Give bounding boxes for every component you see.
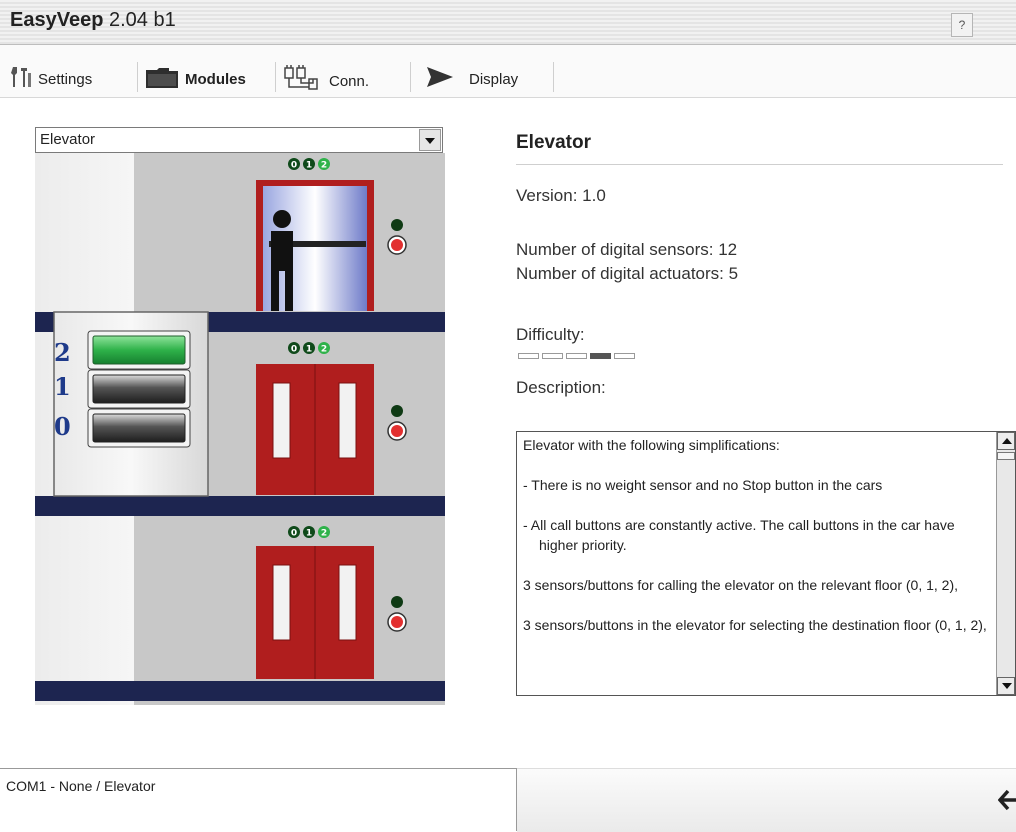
car-button-floor-0[interactable]: [87, 408, 191, 448]
svg-text:2: 2: [321, 345, 327, 355]
tab-modules[interactable]: Modules: [145, 65, 246, 93]
floor-indicator-top: 0 1 2: [288, 158, 330, 171]
description-label: Description:: [516, 378, 606, 397]
tab-settings-label: Settings: [38, 70, 93, 88]
status-panel: COM1 - None / Elevator: [0, 768, 517, 831]
scroll-down-icon[interactable]: [997, 677, 1015, 695]
svg-text:2: 2: [321, 529, 327, 539]
svg-text:2: 2: [321, 161, 327, 171]
scroll-up-icon[interactable]: [997, 432, 1015, 450]
tab-modules-label: Modules: [185, 70, 246, 88]
description-scrollbar[interactable]: [996, 432, 1015, 695]
sensor-count: Number of digital sensors: 12: [516, 240, 738, 259]
svg-text:1: 1: [306, 345, 312, 355]
difficulty-bar: [566, 353, 587, 359]
tab-separator: [275, 62, 276, 92]
module-select[interactable]: Elevator: [35, 127, 443, 153]
car-button-floor-1[interactable]: [87, 369, 191, 409]
tab-bar: Settings Modules Conn. Display: [0, 45, 1016, 98]
difficulty-bar: [590, 353, 611, 359]
module-select-value: Elevator: [40, 131, 96, 148]
difficulty-meter: [518, 353, 635, 359]
app-version: 2.04 b1: [103, 9, 176, 31]
back-arrow-icon[interactable]: [997, 789, 1016, 818]
connection-icon: [283, 65, 323, 97]
settings-icon: [10, 65, 32, 93]
tab-separator: [410, 62, 411, 92]
floor-beam-0: [35, 681, 445, 701]
floor-indicator-bottom: 0 1 2: [288, 526, 330, 539]
play-icon: [425, 65, 455, 93]
elevator-door-floor-1: [256, 364, 374, 495]
description-paragraph: 3 sensors/buttons for calling the elevat…: [523, 577, 959, 593]
description-paragraph: - There is no weight sensor and no Stop …: [523, 477, 883, 493]
tab-conn[interactable]: Conn.: [283, 65, 369, 97]
help-button[interactable]: ?: [951, 13, 973, 37]
connection-status: COM1 - None / Elevator: [6, 778, 156, 794]
floor-indicator-middle: 0 1 2: [288, 342, 330, 355]
tab-settings[interactable]: Settings: [10, 65, 92, 93]
difficulty-bar: [614, 353, 635, 359]
car-floor-label-0: 0: [54, 412, 71, 441]
status-bar-right: [517, 768, 1016, 832]
title-bar: EasyVeep 2.04 b1 ?: [0, 0, 1016, 45]
tab-conn-label: Conn.: [329, 72, 370, 90]
svg-text:0: 0: [291, 529, 297, 539]
divider: [516, 164, 1003, 165]
difficulty-label: Difficulty:: [516, 325, 585, 344]
app-name: EasyVeep: [10, 9, 104, 31]
description-box[interactable]: Elevator with the following simplificati…: [516, 431, 1016, 696]
chevron-down-icon[interactable]: [419, 129, 441, 151]
tab-display[interactable]: Display: [425, 65, 518, 93]
description-paragraph: 3 sensors/buttons in the elevator for se…: [523, 617, 987, 633]
svg-text:1: 1: [306, 529, 312, 539]
module-title: Elevator: [516, 132, 591, 153]
app-title: EasyVeep 2.04 b1: [10, 9, 176, 32]
svg-text:0: 0: [291, 161, 297, 171]
description-paragraph: - All call buttons are constantly active…: [523, 517, 955, 553]
floor-beam-1: [35, 496, 445, 516]
description-text: Elevator with the following simplificati…: [523, 435, 993, 655]
tab-separator: [137, 62, 138, 92]
description-paragraph: Elevator with the following simplificati…: [523, 437, 780, 453]
difficulty-bar: [518, 353, 539, 359]
car-button-floor-2[interactable]: [87, 330, 191, 370]
scroll-thumb[interactable]: [997, 452, 1015, 460]
module-version: Version: 1.0: [516, 186, 606, 205]
tab-display-label: Display: [469, 70, 519, 88]
svg-text:0: 0: [291, 345, 297, 355]
elevator-door-open: [256, 180, 374, 311]
actuator-count: Number of digital actuators: 5: [516, 264, 739, 283]
elevator-door-floor-0: [256, 546, 374, 679]
elevator-simulation: 0 1 2 0 1 2 0 1 2 2 1 0: [35, 153, 445, 705]
svg-text:1: 1: [306, 161, 312, 171]
difficulty-bar: [542, 353, 563, 359]
folder-icon: [145, 65, 179, 93]
car-floor-label-1: 1: [54, 372, 71, 401]
car-floor-label-2: 2: [54, 338, 71, 367]
tab-separator: [553, 62, 554, 92]
